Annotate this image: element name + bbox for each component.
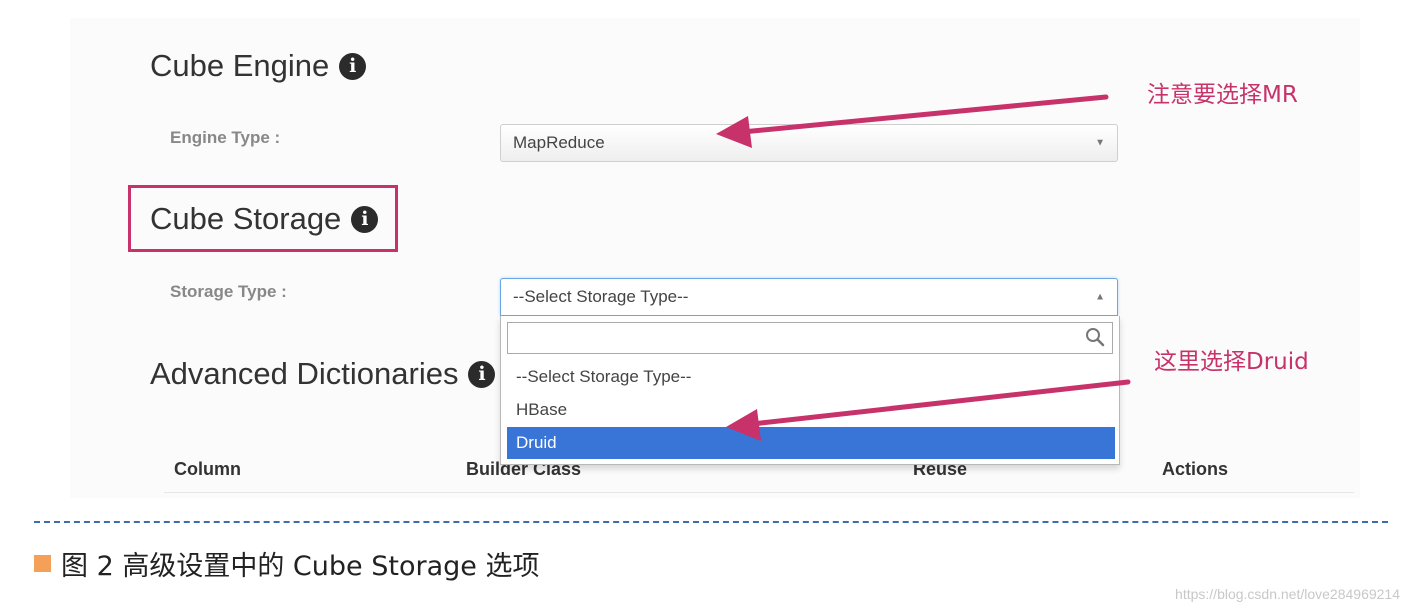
caption-square-icon [34,555,51,572]
figure-caption: 图 2 高级设置中的 Cube Storage 选项 [34,544,539,583]
engine-arrow-line [739,94,1109,135]
storage-arrow-line [749,379,1131,427]
caption-text: 图 2 高级设置中的 Cube Storage 选项 [61,551,540,582]
watermark: https://blog.csdn.net/love284969214 [1175,586,1400,602]
engine-arrow-head-icon [716,116,752,148]
storage-arrow-head-icon [726,409,761,441]
caption-separator [34,521,1388,523]
annotation-arrows [716,94,1131,441]
